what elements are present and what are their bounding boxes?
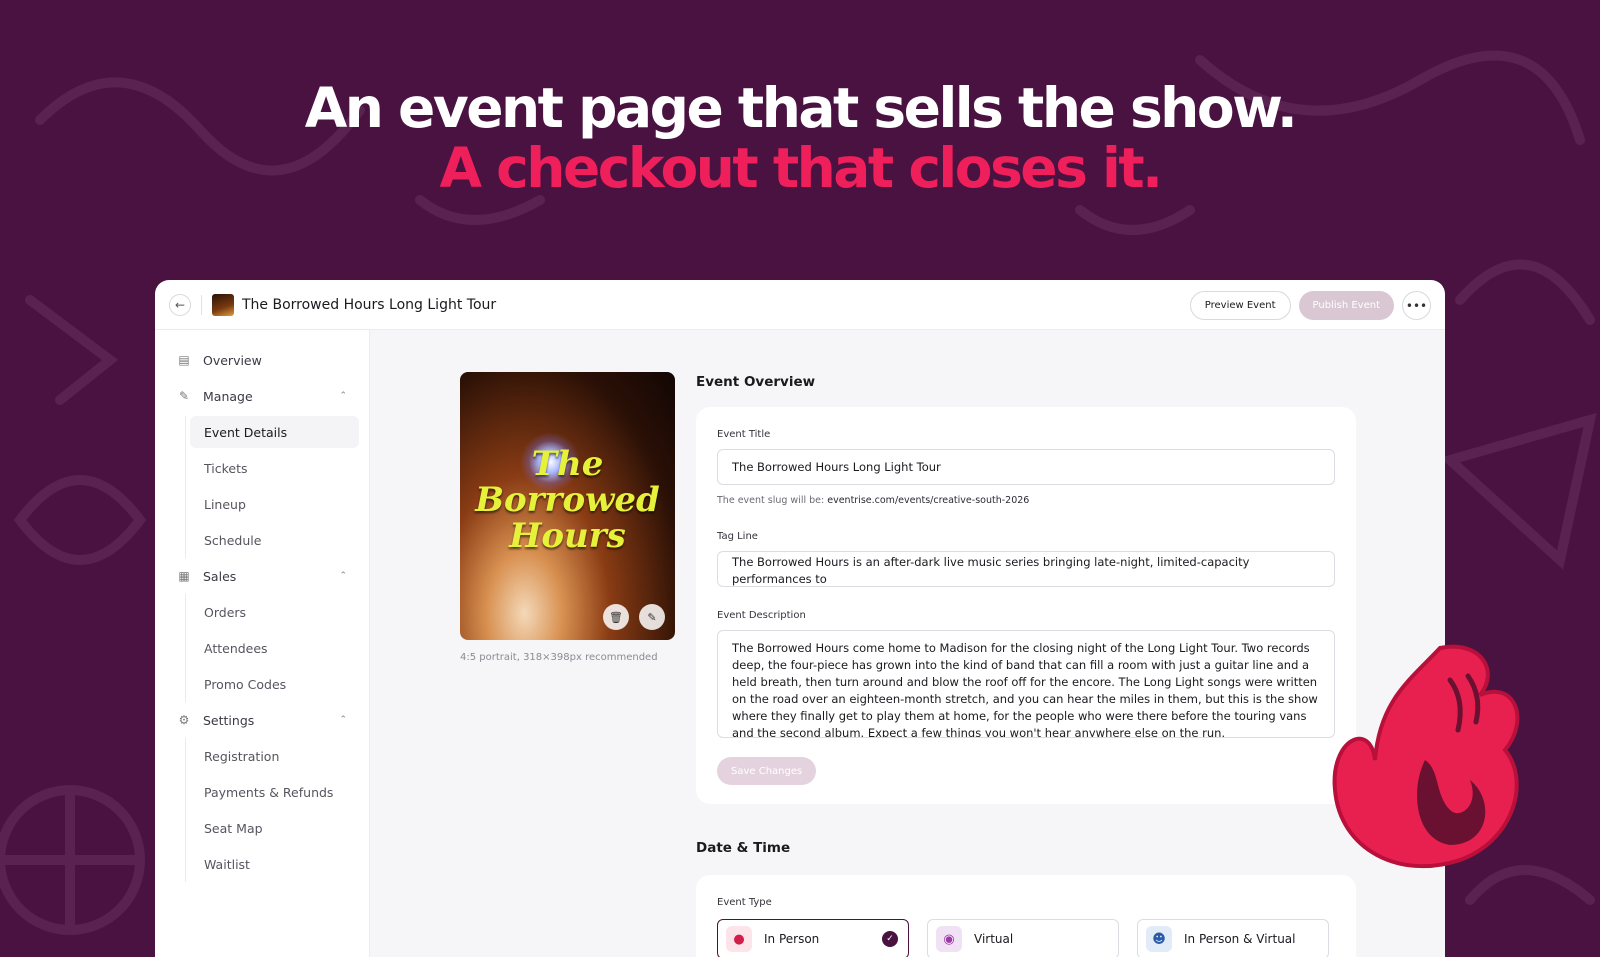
sidebar-item-tickets[interactable]: Tickets: [190, 450, 359, 486]
slug-hint: The event slug will be: eventrise.com/ev…: [717, 495, 1030, 506]
preview-event-button[interactable]: Preview Event: [1189, 291, 1291, 320]
date-time-title: Date & Time: [696, 840, 791, 856]
sidebar-item-waitlist[interactable]: Waitlist: [190, 846, 359, 882]
publish-event-button[interactable]: Publish Event: [1298, 291, 1394, 320]
hero-line-1: An event page that sells the show.: [304, 76, 1298, 140]
sales-sublist: Orders Attendees Promo Codes: [185, 594, 369, 702]
edit-image-button[interactable]: ✎: [639, 604, 665, 630]
sidebar-item-overview[interactable]: ▤ Overview: [155, 342, 369, 378]
sidebar-group-sales[interactable]: ▦ Sales ⌃: [155, 558, 369, 594]
top-bar: ← The Borrowed Hours Long Light Tour Pre…: [155, 280, 1445, 330]
event-description-textarea[interactable]: The Borrowed Hours come home to Madison …: [717, 630, 1335, 738]
poster-title: The Borrowed Hours: [475, 444, 660, 556]
hero-headline: An event page that sells the show. A che…: [0, 78, 1600, 198]
check-icon: ✓: [882, 931, 898, 947]
save-changes-button[interactable]: Save Changes: [717, 757, 817, 785]
event-name: The Borrowed Hours Long Light Tour: [242, 296, 497, 313]
edit-doc-icon: ✎: [178, 389, 190, 403]
sidebar-item-label: Overview: [203, 352, 262, 368]
event-thumbnail: [212, 293, 234, 316]
event-type-hybrid[interactable]: ☻ In Person & Virtual: [1137, 919, 1329, 957]
pencil-icon: ✎: [647, 610, 657, 624]
sidebar-item-promo-codes[interactable]: Promo Codes: [190, 666, 359, 702]
sidebar-item-lineup[interactable]: Lineup: [190, 486, 359, 522]
dashboard-icon: ▤: [178, 353, 190, 367]
arrow-left-icon: ←: [174, 297, 186, 312]
event-overview-title: Event Overview: [696, 374, 816, 390]
sidebar-group-label: Settings: [203, 712, 255, 728]
event-type-label: Event Type: [717, 897, 772, 908]
back-button[interactable]: ←: [169, 293, 191, 316]
flame-mascot-icon: [1332, 644, 1520, 869]
top-actions: Preview Event Publish Event •••: [1189, 291, 1431, 320]
globe-icon: ◉: [936, 926, 962, 952]
event-title-input[interactable]: The Borrowed Hours Long Light Tour: [717, 449, 1335, 485]
date-time-card: Event Type ● In Person ✓ ◉ Virtual ☻ In …: [696, 875, 1356, 957]
more-icon: •••: [1405, 298, 1428, 313]
sidebar-item-orders[interactable]: Orders: [190, 594, 359, 630]
event-title-label: Event Title: [717, 429, 771, 440]
chevron-up-icon: ⌃: [339, 391, 347, 401]
poster-size-hint: 4:5 portrait, 318×398px recommended: [460, 652, 658, 663]
main-content: The Borrowed Hours 🗑 ✎ 4:5 portrait, 318…: [370, 330, 1445, 957]
sidebar-group-manage[interactable]: ✎ Manage ⌃: [155, 378, 369, 414]
event-poster-image[interactable]: The Borrowed Hours 🗑 ✎: [460, 372, 675, 640]
tagline-label: Tag Line: [717, 531, 758, 542]
trash-icon: 🗑: [609, 610, 623, 624]
hero-line-2: A checkout that closes it.: [439, 136, 1163, 200]
slug-value: eventrise.com/events/creative-south-2026: [827, 495, 1030, 506]
person-globe-icon: ☻: [1146, 926, 1172, 952]
app-window: ← The Borrowed Hours Long Light Tour Pre…: [155, 280, 1445, 957]
settings-sublist: Registration Payments & Refunds Seat Map…: [185, 738, 369, 882]
chevron-up-icon: ⌃: [339, 571, 347, 581]
event-type-virtual[interactable]: ◉ Virtual: [927, 919, 1119, 957]
event-type-in-person[interactable]: ● In Person ✓: [717, 919, 909, 957]
delete-image-button[interactable]: 🗑: [603, 604, 629, 630]
sidebar-item-schedule[interactable]: Schedule: [190, 522, 359, 558]
sidebar-item-event-details[interactable]: Event Details: [190, 416, 359, 448]
more-options-button[interactable]: •••: [1402, 291, 1431, 320]
sidebar-item-seat-map[interactable]: Seat Map: [190, 810, 359, 846]
ticket-icon: ▦: [178, 569, 190, 583]
location-pin-icon: ●: [726, 926, 752, 952]
sidebar-item-payments-refunds[interactable]: Payments & Refunds: [190, 774, 359, 810]
manage-sublist: Event Details Tickets Lineup Schedule: [185, 416, 369, 558]
chevron-up-icon: ⌃: [339, 715, 347, 725]
sidebar-group-settings[interactable]: ⚙ Settings ⌃: [155, 702, 369, 738]
sidebar-group-label: Sales: [203, 568, 237, 584]
sidebar-group-label: Manage: [203, 388, 253, 404]
divider: [201, 294, 202, 315]
event-overview-card: Event Title The Borrowed Hours Long Ligh…: [696, 407, 1356, 804]
event-description-label: Event Description: [717, 610, 806, 621]
sidebar: ▤ Overview ✎ Manage ⌃ Event Details Tick…: [155, 330, 370, 957]
sidebar-item-registration[interactable]: Registration: [190, 738, 359, 774]
sidebar-item-attendees[interactable]: Attendees: [190, 630, 359, 666]
gear-icon: ⚙: [178, 713, 190, 727]
tagline-input[interactable]: The Borrowed Hours is an after-dark live…: [717, 551, 1335, 587]
